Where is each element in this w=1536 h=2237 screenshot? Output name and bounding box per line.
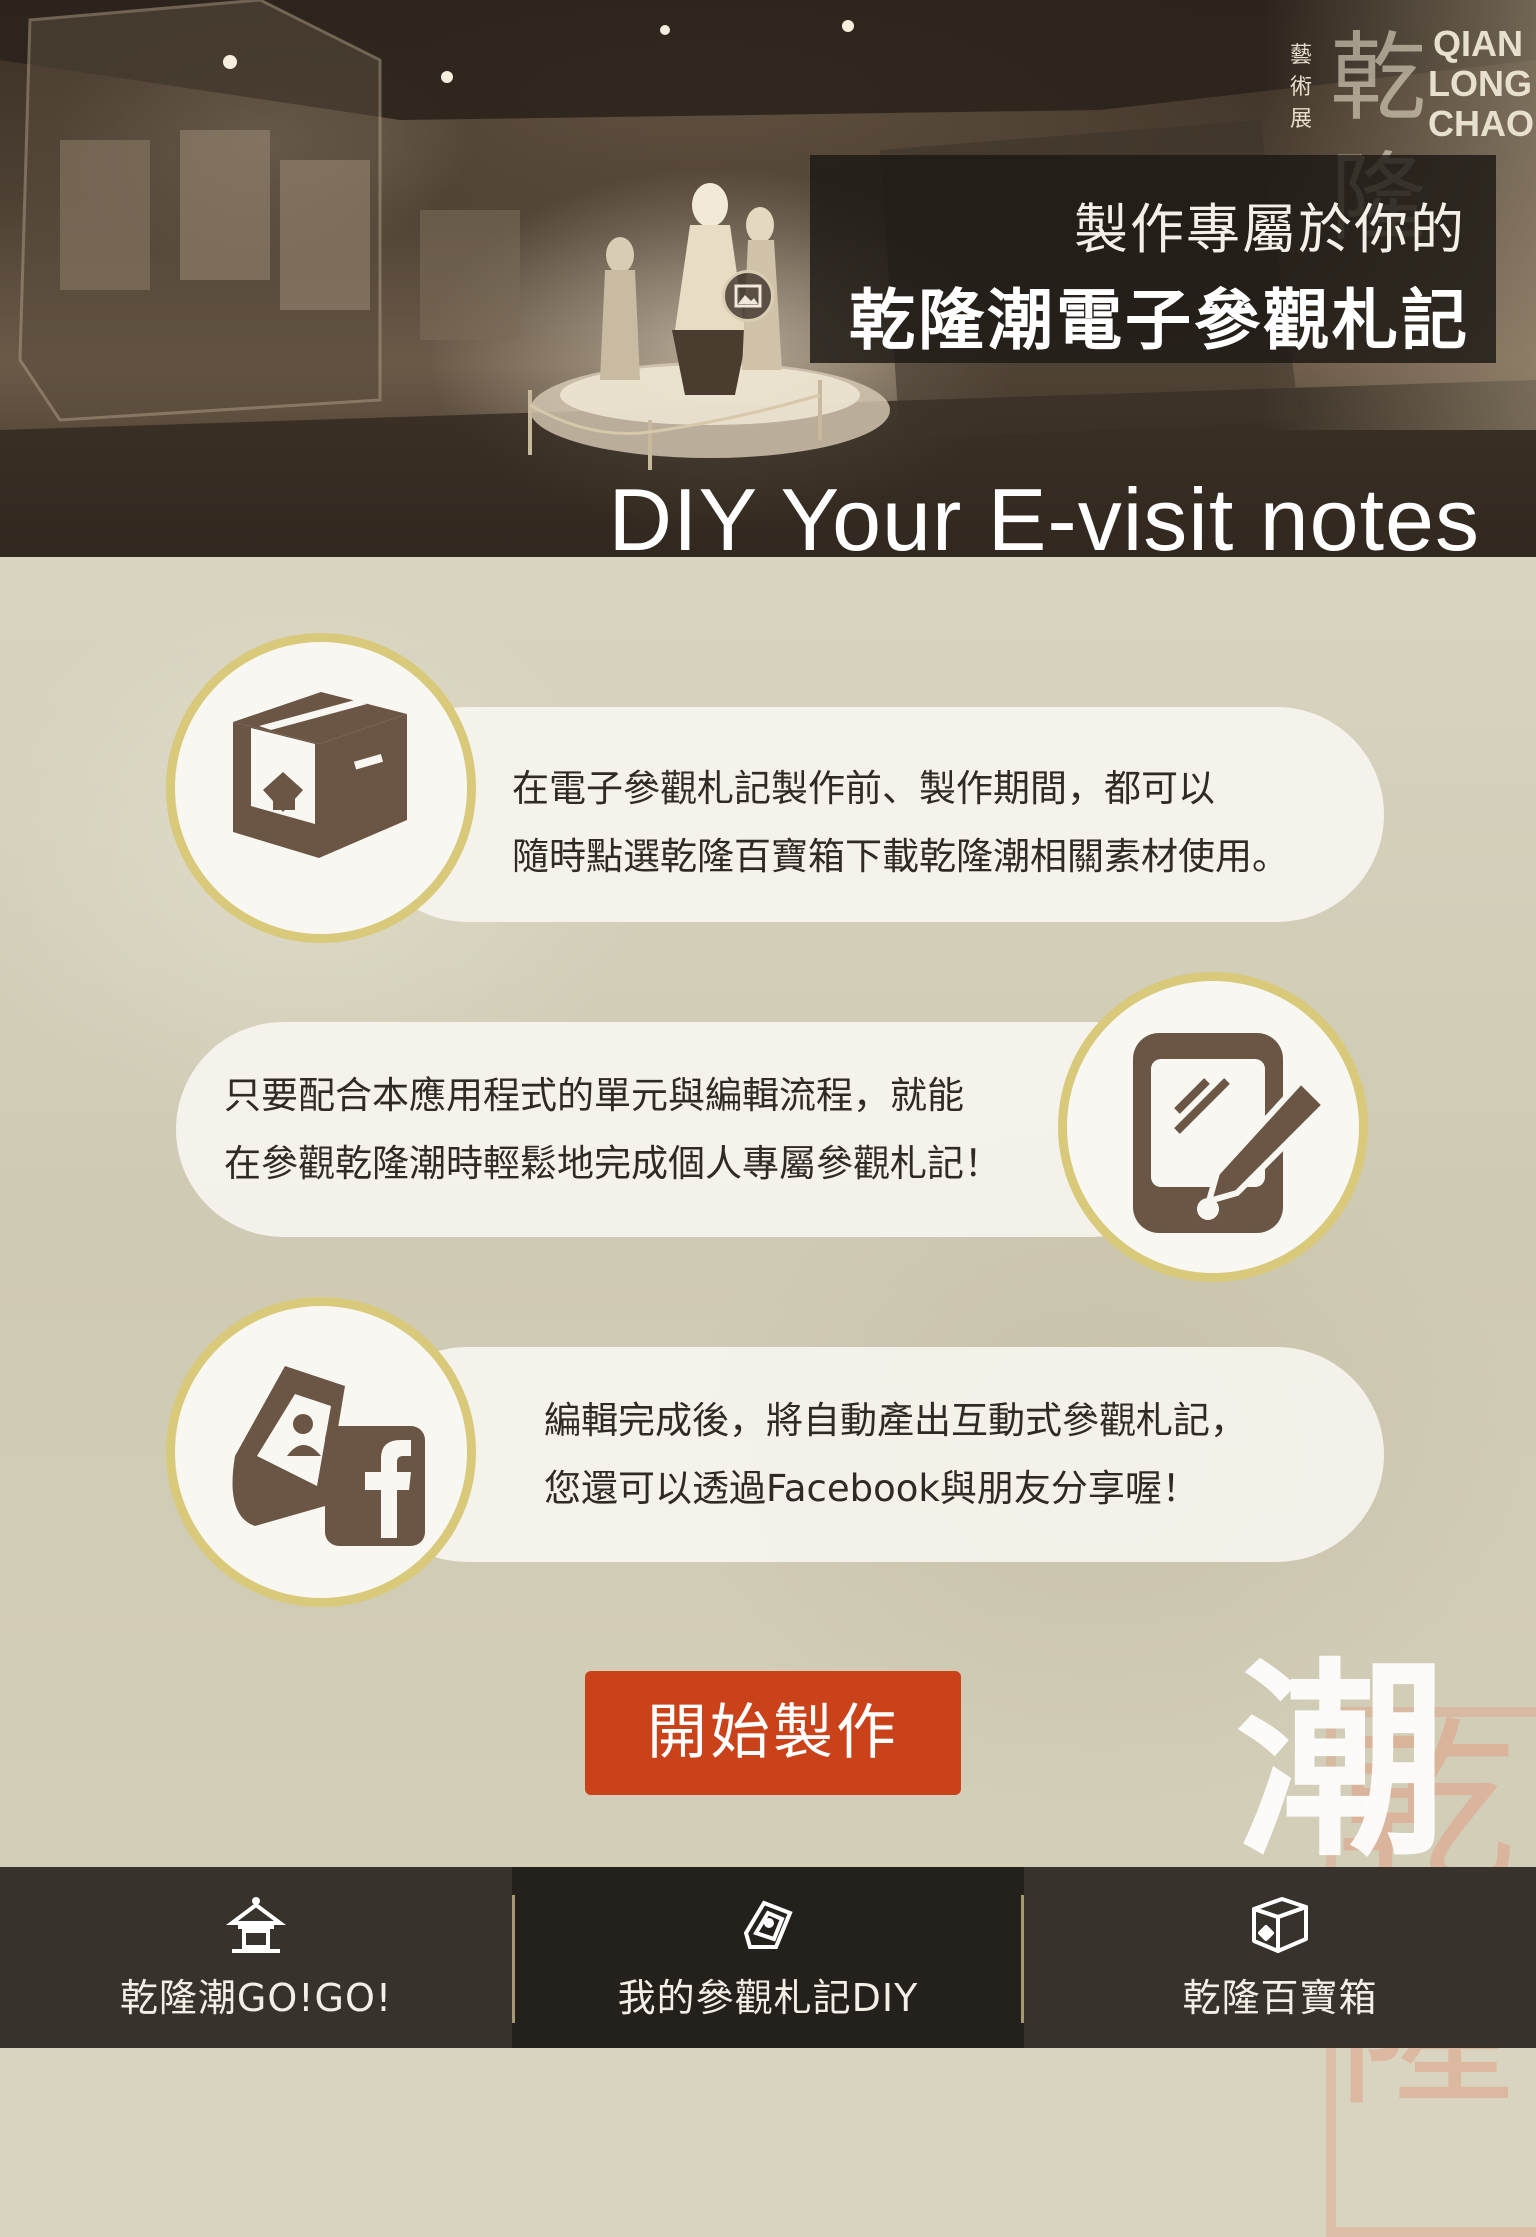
step-3-icon-circle (166, 1297, 476, 1607)
nav-label-treasure-box: 乾隆百寶箱 (1182, 1976, 1378, 2020)
nav-item-treasure-box[interactable]: 乾隆百寶箱 (1024, 1867, 1536, 2048)
nav-divider (512, 1895, 515, 2023)
pavilion-icon (226, 1897, 286, 1953)
step-1-card: 在電子參觀札記製作前、製作期間，都可以 隨時點選乾隆百寶箱下載乾隆潮相關素材使用… (360, 707, 1384, 922)
hero-banner: QIAN LONG CHAO 藝術展 乾 隆 製作專屬於你的 乾隆潮電子參觀札記… (0, 0, 1536, 557)
step-1-text-line-1: 在電子參觀札記製作前、製作期間，都可以 (512, 767, 1215, 810)
bottom-nav: 乾隆潮GO!GO! 我的參觀札記DIY 乾隆百寶箱 (0, 1867, 1536, 2048)
step-2-icon-circle (1058, 972, 1368, 1282)
start-button[interactable]: 開始製作 (585, 1671, 961, 1795)
notebook-icon (743, 1900, 793, 1949)
poster-vertical-text: 藝術展 (1289, 43, 1312, 132)
poster-char-qian: 乾 (1330, 22, 1426, 134)
hero-title-panel: 製作專屬於你的 乾隆潮電子參觀札記 (810, 155, 1496, 363)
hero-english-title: DIY Your E-visit notes (608, 470, 1480, 558)
tablet-edit-icon (1133, 1033, 1330, 1233)
step-2-card: 只要配合本應用程式的單元與編輯流程，就能 在參觀乾隆潮時輕鬆地完成個人專屬參觀札… (176, 1022, 1200, 1237)
step-1-icon-circle (166, 633, 476, 943)
treasure-box-icon (233, 692, 407, 858)
step-3-text-line-1: 編輯完成後，將自動產出互動式參觀札記， (544, 1399, 1247, 1442)
hero-subtitle: 製作專屬於你的 (1074, 198, 1466, 261)
calligraphy-char-chao: 潮 (1236, 1638, 1447, 1885)
step-3-card: 編輯完成後，將自動產出互動式參觀札記， 您還可以透過Facebook與朋友分享喔… (360, 1347, 1384, 1562)
image-icon[interactable] (722, 270, 774, 322)
step-2-text-line-2: 在參觀乾隆潮時輕鬆地完成個人專屬參觀札記！ (224, 1142, 1001, 1185)
step-2-text-line-1: 只要配合本應用程式的單元與編輯流程，就能 (224, 1074, 964, 1117)
hero-title: 乾隆潮電子參觀札記 (849, 282, 1470, 359)
box-icon (1252, 1897, 1308, 1953)
step-1-text-line-2: 隨時點選乾隆百寶箱下載乾隆潮相關素材使用。 (512, 835, 1289, 878)
step-3-text-line-2: 您還可以透過Facebook與朋友分享喔！ (544, 1467, 1199, 1510)
nav-item-go[interactable]: 乾隆潮GO!GO! (0, 1867, 512, 2048)
facebook-share-icon (232, 1366, 425, 1546)
nav-label-my-notes: 我的參觀札記DIY (617, 1976, 919, 2020)
nav-label-go: 乾隆潮GO!GO! (119, 1976, 393, 2020)
nav-item-my-notes[interactable]: 我的參觀札記DIY (512, 1867, 1024, 2048)
poster-english-title: QIAN LONG CHAO (1428, 23, 1534, 144)
